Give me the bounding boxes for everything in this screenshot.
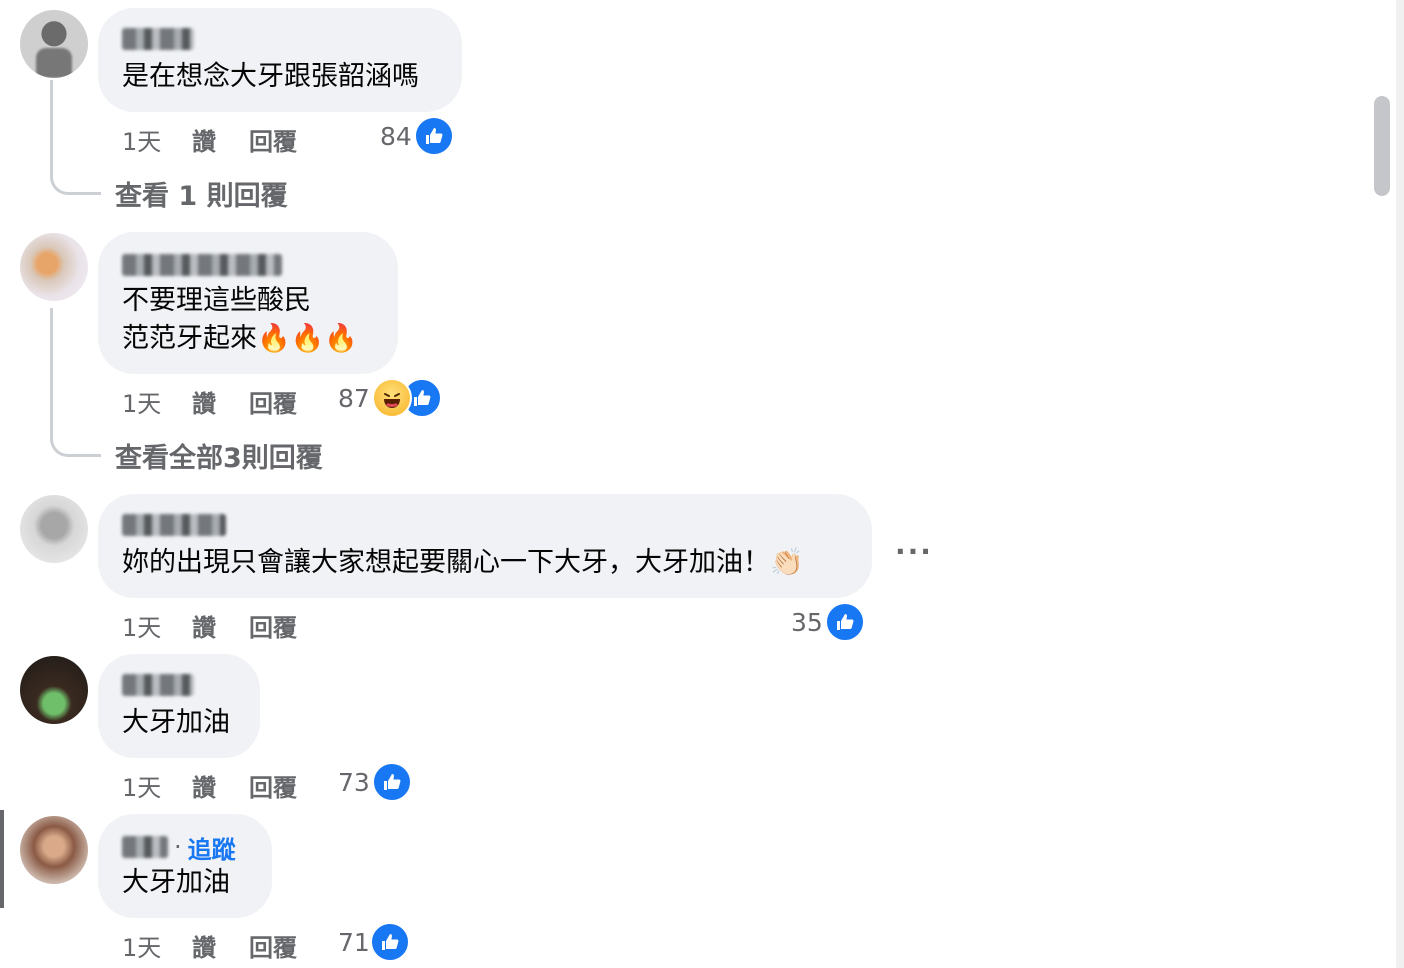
scrollbar-thumb[interactable] [1374,96,1390,196]
avatar[interactable] [20,10,88,78]
comment-actions: 1天 讚 回覆 [122,122,297,157]
commenter-name-row: · 追蹤 [122,830,248,865]
reaction-summary[interactable]: 73 [338,762,412,802]
comment-actions: 1天 讚 回覆 [122,928,297,963]
reply-thread-line [50,80,101,195]
comment-time[interactable]: 1天 [122,768,192,803]
comment-time[interactable]: 1天 [122,122,192,157]
reply-button[interactable]: 回覆 [249,384,297,419]
comment-time[interactable]: 1天 [122,928,192,963]
comment-actions: 1天 讚 回覆 [122,384,297,419]
comment-text: 大牙加油 [122,707,230,738]
highlight-bar [0,810,4,908]
reaction-count: 35 [791,607,823,637]
comment-bubble: 是在想念大牙跟張韶涵嗎 [98,8,462,112]
like-button[interactable]: 讚 [192,928,249,963]
like-button[interactable]: 讚 [192,122,249,157]
view-replies-link[interactable]: 查看全部3則回覆 [115,436,323,475]
like-icon [413,116,454,156]
comment-actions: 1天 讚 回覆 [122,768,297,803]
commenter-name[interactable] [122,514,848,540]
reply-thread-line [50,308,101,457]
like-icon [824,602,865,642]
commenter-name[interactable] [122,836,168,858]
like-button[interactable]: 讚 [192,768,249,803]
reaction-count: 73 [338,767,370,797]
scrollbar-track[interactable] [1396,0,1404,968]
reaction-summary[interactable]: 71 [338,922,410,962]
reaction-summary[interactable]: 35 [791,602,865,642]
comment-bubble: · 追蹤 大牙加油 [98,814,272,918]
reaction-summary[interactable]: 84 [380,116,454,156]
view-replies-link[interactable]: 查看 1 則回覆 [115,174,288,213]
reply-button[interactable]: 回覆 [249,928,297,963]
reaction-count: 71 [338,927,370,957]
haha-icon [371,378,412,418]
reaction-count: 84 [380,121,412,151]
comment-text: 是在想念大牙跟張韶涵嗎 [122,61,419,92]
commenter-name[interactable] [122,254,374,280]
more-options-icon[interactable]: ··· [895,535,933,568]
comment-text: 妳的出現只會讓大家想起要關心一下大牙，大牙加油！👏🏻 [122,547,804,578]
comment-bubble: 大牙加油 [98,654,260,758]
avatar[interactable] [20,495,88,563]
avatar[interactable] [20,233,88,301]
like-icon [369,922,410,962]
follow-button[interactable]: 追蹤 [188,830,236,865]
comment-bubble: 不要理這些酸民 范范牙起來🔥🔥🔥 [98,232,398,374]
reaction-count: 87 [338,383,370,413]
reaction-summary[interactable]: 87 [338,378,442,418]
comment-bubble: 妳的出現只會讓大家想起要關心一下大牙，大牙加油！👏🏻 [98,494,872,598]
like-button[interactable]: 讚 [192,384,249,419]
comment-time[interactable]: 1天 [122,384,192,419]
comment-time[interactable]: 1天 [122,608,192,643]
reply-button[interactable]: 回覆 [249,768,297,803]
comment-text-line-2: 范范牙起來🔥🔥🔥 [122,323,358,354]
separator-dot: · [174,833,182,861]
commenter-name[interactable] [122,674,236,700]
like-icon [371,762,412,802]
comment-text-line-1: 不要理這些酸民 [122,285,311,316]
reply-button[interactable]: 回覆 [249,122,297,157]
avatar[interactable] [20,656,88,724]
like-button[interactable]: 讚 [192,608,249,643]
comment-actions: 1天 讚 回覆 [122,608,297,643]
avatar[interactable] [20,816,88,884]
comment-text: 大牙加油 [122,867,230,898]
reply-button[interactable]: 回覆 [249,608,297,643]
commenter-name[interactable] [122,28,438,54]
